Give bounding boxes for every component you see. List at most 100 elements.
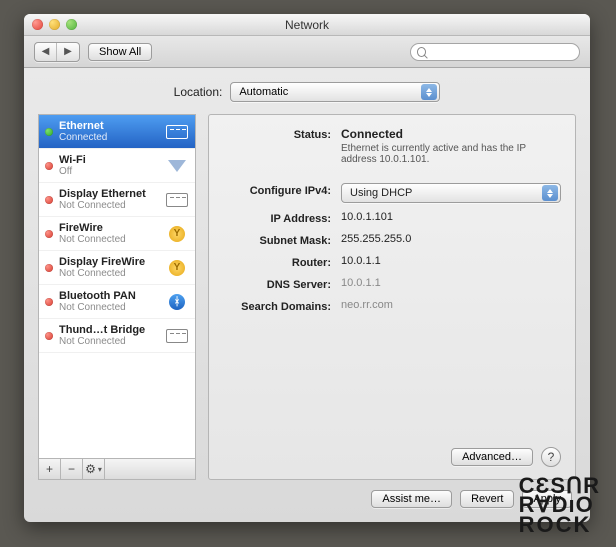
assist-me-label: Assist me…	[382, 493, 441, 505]
sidebar-item-firewire[interactable]: FireWireNot Connected	[39, 217, 195, 251]
add-interface-button[interactable]: +	[39, 459, 61, 479]
sidebar-item-state: Off	[59, 166, 159, 177]
location-label: Location:	[174, 85, 223, 99]
sidebar-item-name: Display Ethernet	[59, 188, 159, 200]
advanced-label: Advanced…	[462, 451, 522, 463]
status-label: Status:	[223, 127, 341, 141]
firewire-icon	[169, 226, 185, 242]
show-all-button[interactable]: Show All	[88, 43, 152, 61]
interfaces-sidebar: EthernetConnected Wi-FiOff Display Etherne…	[38, 114, 196, 480]
back-button[interactable]: ◀	[35, 43, 57, 61]
sidebar-item-type-icon	[165, 157, 189, 175]
apply-label: Apply	[533, 493, 561, 505]
sidebar-item-name: Bluetooth PAN	[59, 290, 159, 302]
nav-group: ◀ ▶	[34, 42, 80, 62]
bottom-buttons: Assist me… Revert Apply	[38, 490, 576, 508]
toolbar: ◀ ▶ Show All	[24, 36, 590, 68]
status-dot-icon	[45, 162, 53, 170]
sidebar-item-wi-fi[interactable]: Wi-FiOff	[39, 149, 195, 183]
sidebar-item-thund-t-bridge[interactable]: Thund…t BridgeNot Connected	[39, 319, 195, 353]
configure-row: Configure IPv4: Using DHCP	[223, 183, 561, 203]
subnet-value: 255.255.255.0	[341, 233, 561, 245]
sidebar-item-state: Not Connected	[59, 200, 159, 211]
minimize-window-button[interactable]	[49, 19, 60, 30]
advanced-button[interactable]: Advanced…	[451, 448, 533, 466]
ethernet-icon	[166, 125, 188, 139]
sidebar-item-text: Wi-FiOff	[59, 154, 159, 177]
status-value-block: Connected Ethernet is currently active a…	[341, 127, 561, 165]
subnet-row: Subnet Mask: 255.255.255.0	[223, 233, 561, 247]
router-label: Router:	[223, 255, 341, 269]
window-controls	[32, 19, 77, 30]
sidebar-item-name: Wi-Fi	[59, 154, 159, 166]
interfaces-list[interactable]: EthernetConnected Wi-FiOff Display Etherne…	[38, 114, 196, 458]
sidebar-item-state: Not Connected	[59, 336, 159, 347]
configure-label: Configure IPv4:	[223, 183, 341, 197]
sidebar-item-name: Thund…t Bridge	[59, 324, 159, 336]
search-field[interactable]	[410, 43, 580, 61]
sidebar-item-text: FireWireNot Connected	[59, 222, 159, 245]
remove-interface-button[interactable]: −	[61, 459, 83, 479]
sidebar-item-name: FireWire	[59, 222, 159, 234]
sidebar-item-state: Not Connected	[59, 268, 159, 279]
firewire-icon	[169, 260, 185, 276]
status-dot-icon	[45, 332, 53, 340]
configure-ipv4-value: Using DHCP	[350, 187, 412, 199]
status-value: Connected	[341, 127, 561, 141]
location-value: Automatic	[239, 86, 288, 98]
revert-button[interactable]: Revert	[460, 490, 514, 508]
interface-actions-button[interactable]: ⚙	[83, 459, 105, 479]
configure-ipv4-popup[interactable]: Using DHCP	[341, 183, 561, 203]
sidebar-item-text: Bluetooth PANNot Connected	[59, 290, 159, 313]
location-popup[interactable]: Automatic	[230, 82, 440, 102]
location-row: Location: Automatic	[38, 82, 576, 102]
ethernet-icon	[166, 329, 188, 343]
window-title: Network	[24, 18, 590, 32]
sidebar-item-text: Display EthernetNot Connected	[59, 188, 159, 211]
status-dot-icon	[45, 230, 53, 238]
search-domains-label: Search Domains:	[223, 299, 341, 313]
interfaces-footer: + − ⚙	[38, 458, 196, 480]
assist-me-button[interactable]: Assist me…	[371, 490, 452, 508]
sidebar-item-display-ethernet[interactable]: Display EthernetNot Connected	[39, 183, 195, 217]
search-icon	[417, 47, 426, 57]
show-all-label: Show All	[99, 46, 141, 58]
popup-arrows-icon	[542, 185, 558, 201]
status-row: Status: Connected Ethernet is currently …	[223, 127, 561, 165]
help-button[interactable]: ?	[541, 447, 561, 467]
body-row: EthernetConnectedWi-FiOffDisplay Etherne…	[38, 114, 576, 480]
forward-button[interactable]: ▶	[57, 43, 79, 61]
search-input[interactable]	[430, 46, 573, 58]
sidebar-item-type-icon	[165, 123, 189, 141]
subnet-label: Subnet Mask:	[223, 233, 341, 247]
zoom-window-button[interactable]	[66, 19, 77, 30]
ip-row: IP Address: 10.0.1.101	[223, 211, 561, 225]
status-dot-icon	[45, 196, 53, 204]
status-dot-icon	[45, 298, 53, 306]
sidebar-item-type-icon	[165, 191, 189, 209]
sidebar-item-type-icon: ᚼ	[165, 293, 189, 311]
sidebar-item-text: Display FireWireNot Connected	[59, 256, 159, 279]
dns-label: DNS Server:	[223, 277, 341, 291]
sidebar-item-text: Thund…t BridgeNot Connected	[59, 324, 159, 347]
titlebar: Network	[24, 14, 590, 36]
popup-arrows-icon	[421, 84, 437, 100]
sidebar-item-name: Ethernet	[59, 120, 159, 132]
details-panel: Status: Connected Ethernet is currently …	[208, 114, 576, 480]
dns-row: DNS Server: 10.0.1.1	[223, 277, 561, 291]
close-window-button[interactable]	[32, 19, 43, 30]
sidebar-item-state: Not Connected	[59, 302, 159, 313]
sidebar-item-display-firewire[interactable]: Display FireWireNot Connected	[39, 251, 195, 285]
apply-button[interactable]: Apply	[522, 490, 572, 508]
dns-value: 10.0.1.1	[341, 277, 561, 289]
revert-label: Revert	[471, 493, 503, 505]
bluetooth-icon: ᚼ	[169, 294, 185, 310]
help-icon: ?	[548, 450, 555, 464]
sidebar-item-type-icon	[165, 225, 189, 243]
sidebar-item-type-icon	[165, 259, 189, 277]
sidebar-item-ethernet[interactable]: EthernetConnected	[39, 115, 195, 149]
sidebar-item-bluetooth-pan[interactable]: Bluetooth PANNot Connected ᚼ	[39, 285, 195, 319]
router-value: 10.0.1.1	[341, 255, 561, 267]
sidebar-item-type-icon	[165, 327, 189, 345]
ip-label: IP Address:	[223, 211, 341, 225]
